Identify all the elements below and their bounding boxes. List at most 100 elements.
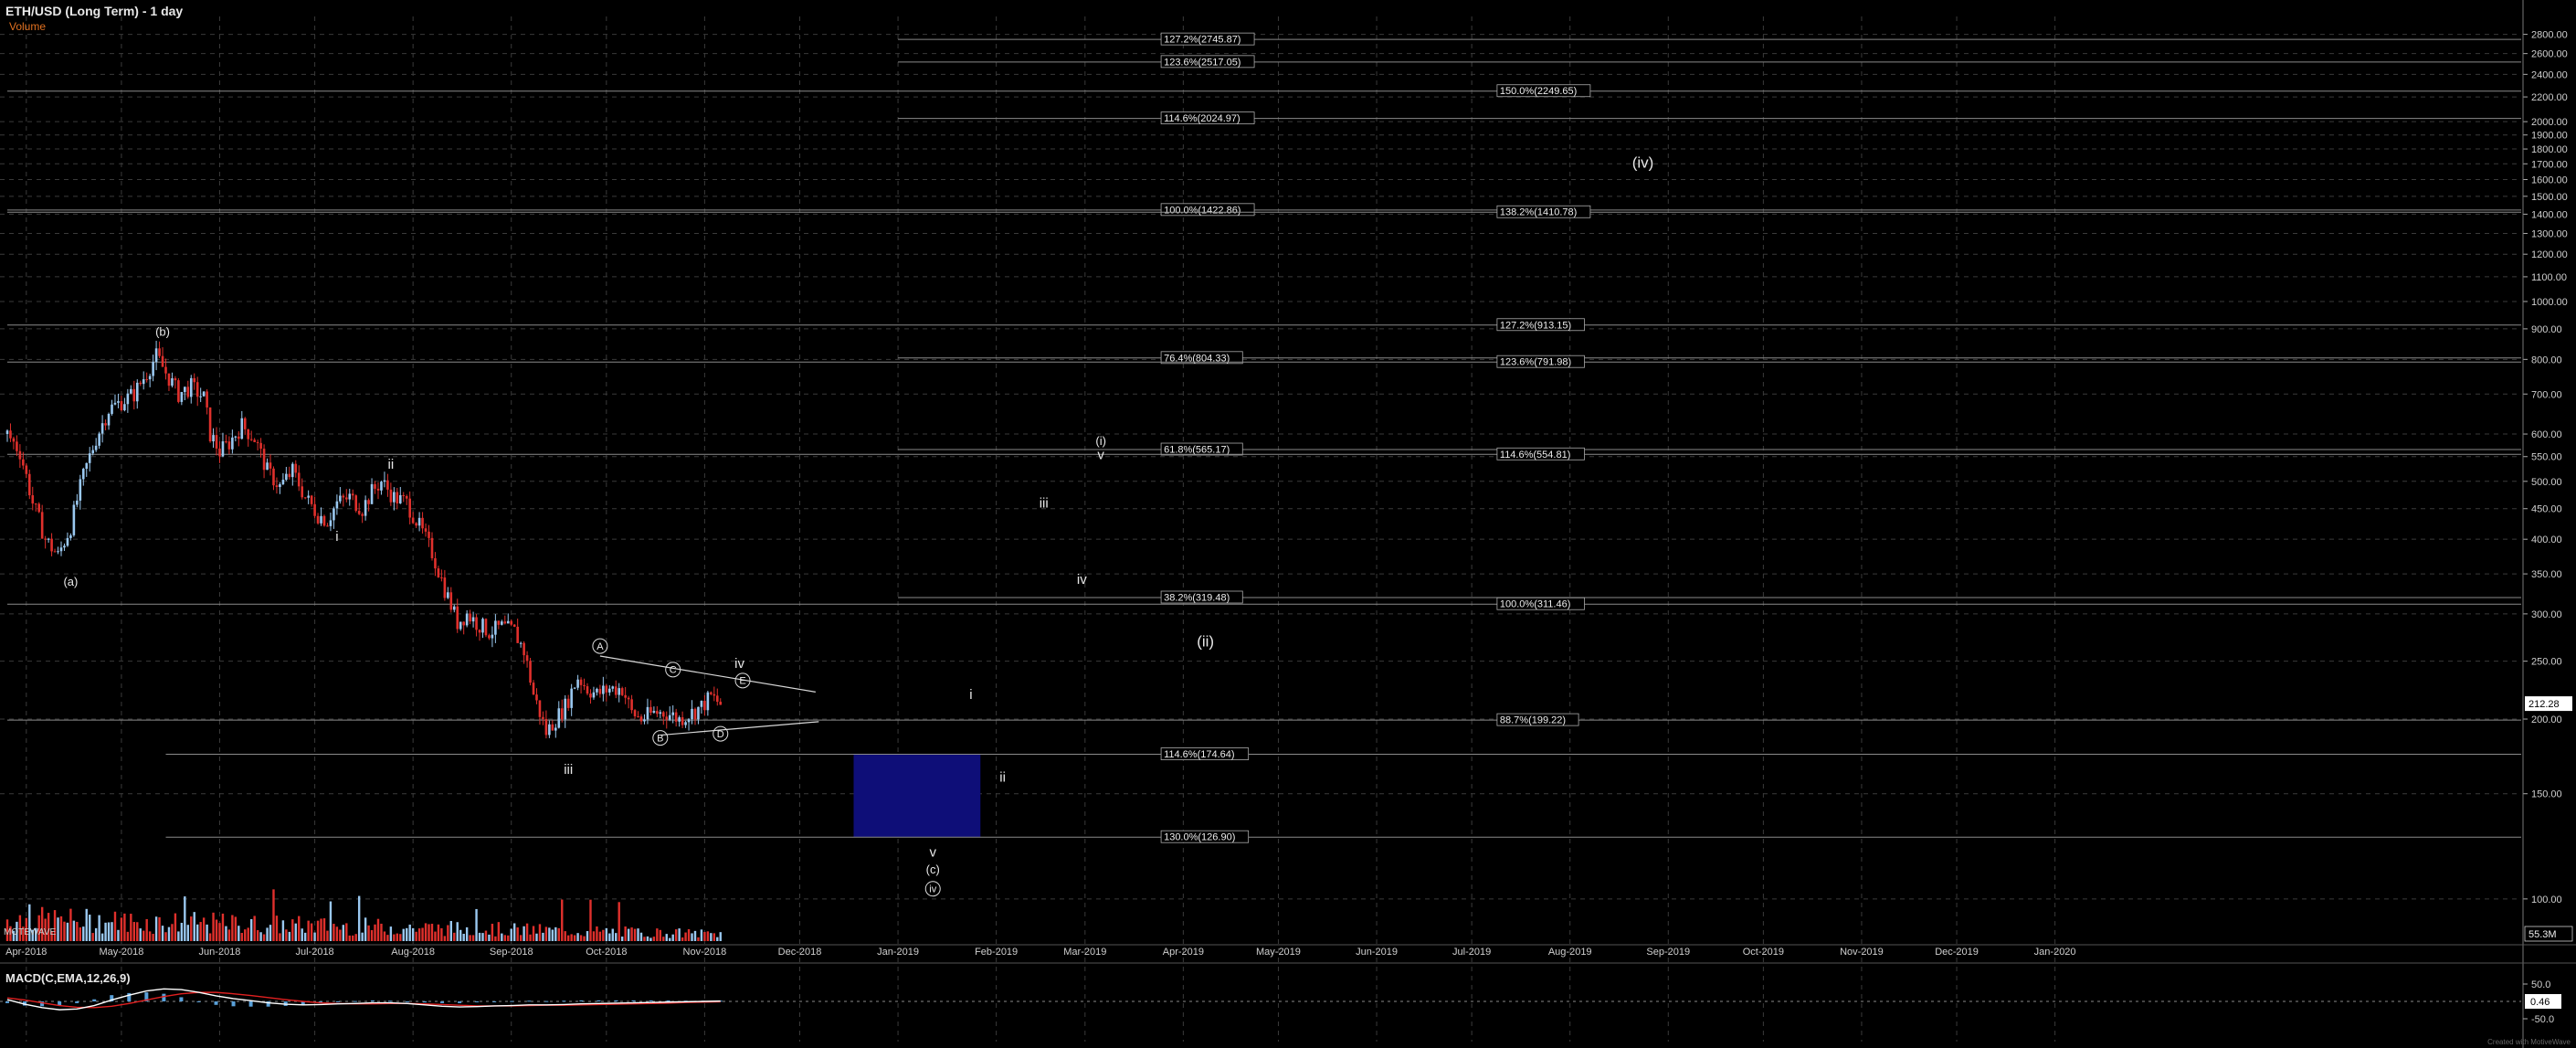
candle-body (512, 624, 516, 627)
volume-bar (59, 916, 63, 941)
candle-body (440, 577, 443, 578)
candle-body (430, 537, 434, 558)
volume-bar (662, 937, 665, 941)
volume-bar (113, 911, 117, 941)
candle-body (633, 710, 637, 716)
volume-bar (415, 931, 417, 941)
candle-body (279, 483, 281, 487)
volume-bar (320, 918, 322, 941)
candle-body (322, 515, 326, 526)
candle-body (618, 688, 621, 695)
candle-body (551, 724, 554, 731)
volume-bar (120, 917, 123, 941)
candle-body (497, 620, 501, 625)
fib-level-label: 114.6%(554.81) (1500, 450, 1570, 460)
candle-body (47, 538, 50, 540)
volume-bar (561, 899, 564, 941)
candle-body (719, 702, 723, 705)
y-tick-label: 2200.00 (2531, 92, 2568, 103)
candle-body (428, 531, 430, 538)
candle-body (174, 378, 177, 381)
volume-bar (535, 933, 538, 941)
candle-body (27, 473, 31, 496)
volume-bar (703, 932, 706, 941)
y-tick-label: 250.00 (2531, 657, 2562, 668)
volume-bar (348, 935, 351, 941)
macd-histogram-bar (214, 1001, 218, 1005)
candle-body (139, 382, 143, 385)
candle-body (386, 480, 389, 490)
volume-bar (208, 933, 212, 941)
volume-bar (459, 929, 462, 941)
candle-body (135, 382, 139, 402)
volume-bar (298, 916, 301, 941)
volume-bar (354, 934, 357, 941)
volume-bar (443, 936, 447, 941)
chart-background (0, 0, 2576, 1048)
volume-bar (221, 913, 225, 941)
volume-bar (240, 933, 243, 941)
macd-histogram-bar (631, 1000, 636, 1001)
volume-bar (510, 928, 512, 941)
volume-bar (275, 916, 279, 941)
volume-bar (421, 927, 424, 941)
volume-bar (126, 931, 130, 941)
candle-body (681, 717, 684, 725)
volume-bar (352, 935, 354, 941)
candle-body (37, 503, 40, 513)
volume-bar (272, 889, 275, 941)
y-tick-label: 1900.00 (2531, 131, 2568, 142)
wave-label: iv (1077, 572, 1087, 588)
candle-body (519, 642, 523, 644)
y-tick-label: 1700.00 (2531, 159, 2568, 170)
volume-bar (620, 937, 624, 941)
x-tick-label: Dec-2018 (778, 947, 822, 958)
macd-current-label: 0.46 (2530, 997, 2550, 1008)
volume-bar (544, 926, 548, 941)
volume-bar (345, 923, 348, 941)
x-tick-label: Jun-2018 (199, 947, 241, 958)
volume-bar (408, 924, 411, 941)
candle-body (357, 511, 361, 514)
candle-body (643, 719, 646, 722)
volume-bar (417, 928, 421, 941)
volume-bar (462, 933, 465, 941)
volume-bar (507, 935, 510, 941)
candle-body (316, 515, 320, 524)
macd-histogram-bar (544, 1000, 549, 1002)
volume-bar (700, 929, 703, 941)
candle-body (40, 512, 44, 539)
candle-body (566, 698, 570, 708)
candle-body (646, 706, 649, 720)
volume-bar (630, 927, 633, 941)
volume-bar (253, 916, 256, 941)
macd-histogram-bar (92, 999, 97, 1001)
candle-body (443, 577, 447, 598)
volume-bar (259, 932, 262, 941)
candle-body (447, 592, 449, 598)
candle-body (354, 495, 357, 512)
volume-bar (238, 926, 240, 941)
candle-body (560, 708, 564, 720)
candle-body (57, 551, 59, 553)
candle-body (424, 528, 428, 532)
wave-label: iii (564, 762, 573, 778)
volume-bar (199, 922, 202, 941)
volume-bar (193, 912, 195, 941)
candle-body (535, 694, 538, 701)
volume-bar (579, 935, 583, 941)
y-tick-label: 1500.00 (2531, 192, 2568, 203)
candle-body (434, 557, 437, 569)
candle-body (243, 418, 247, 429)
candle-body (158, 348, 161, 356)
candle-body (5, 430, 9, 435)
volume-bar (706, 931, 710, 941)
candle-body (72, 504, 76, 535)
candle-body (421, 517, 424, 529)
candle-body (79, 479, 82, 501)
volume-bar (152, 934, 154, 941)
wave-label: i (335, 529, 338, 545)
candle-body (523, 642, 525, 656)
volume-bar (649, 937, 652, 941)
volume-bar (218, 923, 221, 941)
